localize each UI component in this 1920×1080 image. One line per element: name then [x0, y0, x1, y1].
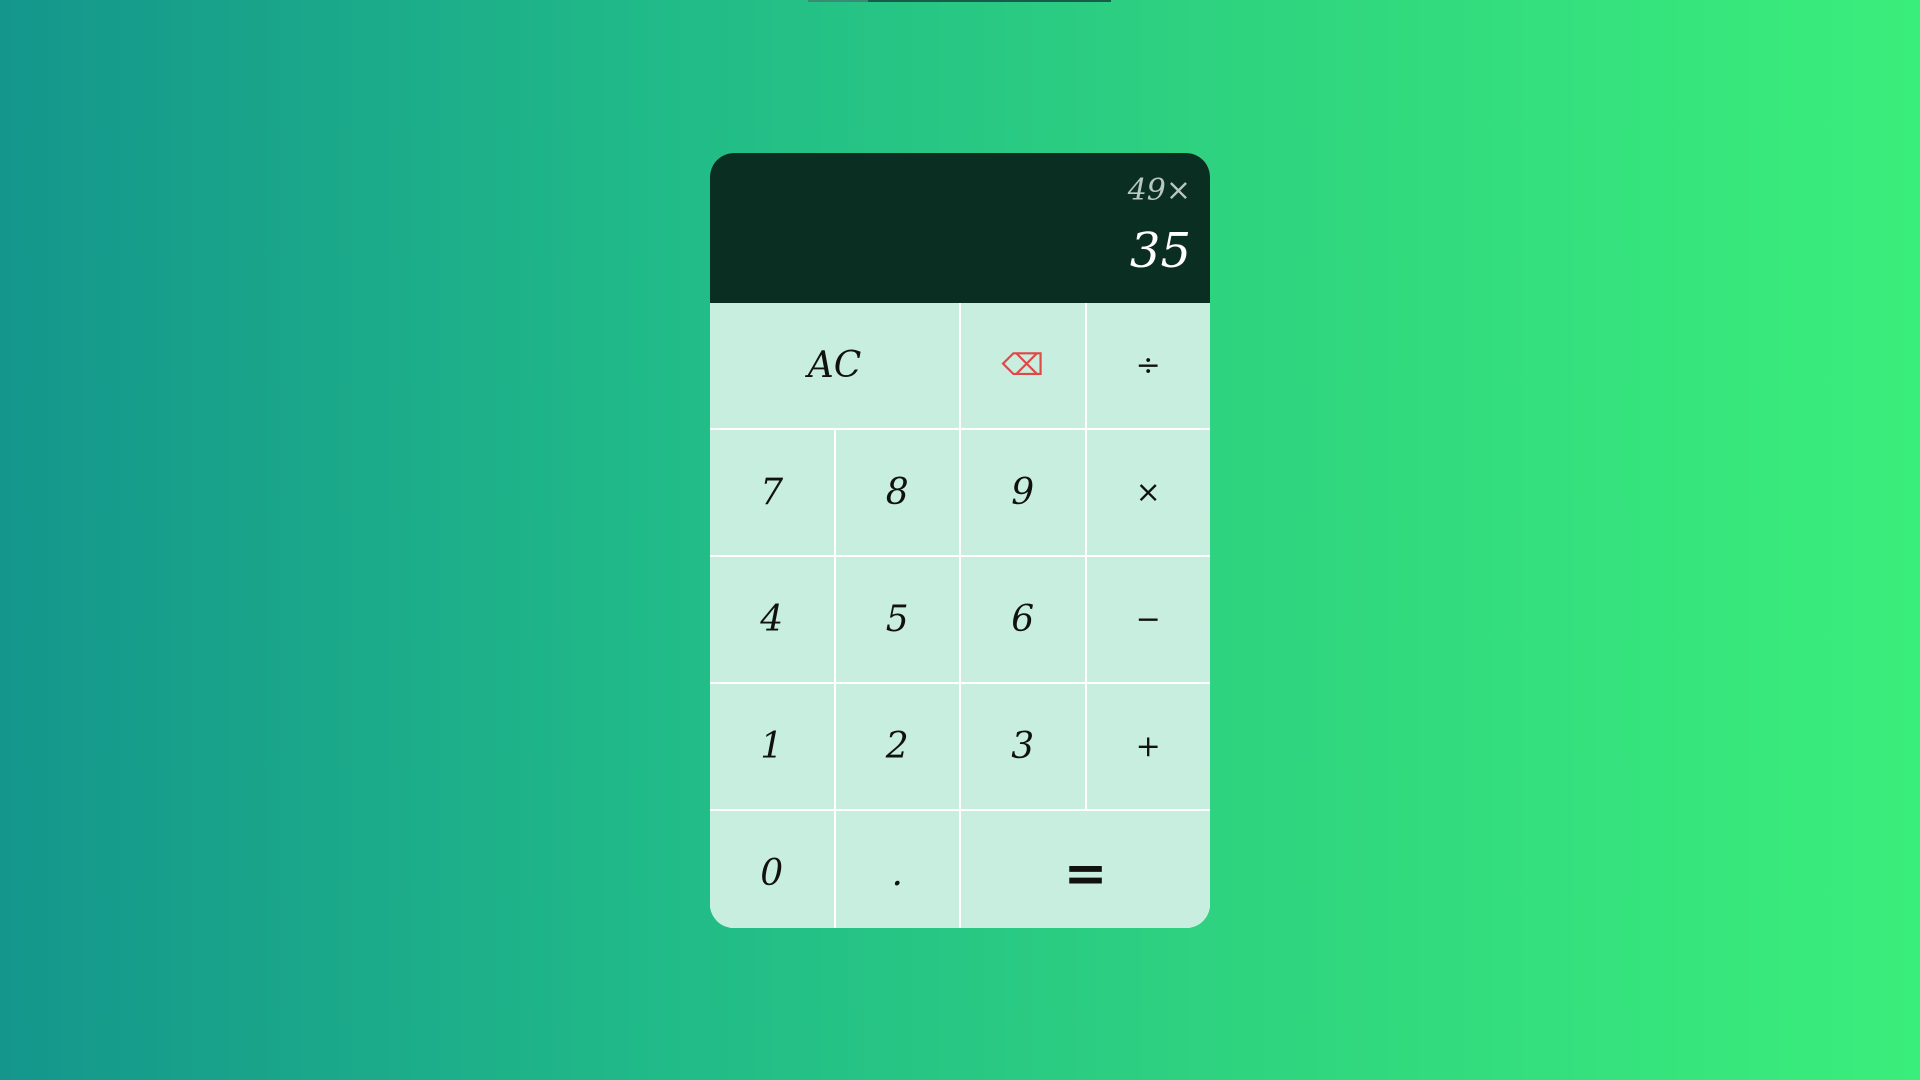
calculator: 49× 35 AC ⌫ ÷ 7 8 9 × 4 5 6 − 1 2 3 + 0 … [710, 153, 1210, 928]
digit-5-button[interactable]: 5 [835, 557, 959, 682]
digit-9-button[interactable]: 9 [961, 430, 1085, 555]
digit-6-button[interactable]: 6 [961, 557, 1085, 682]
multiply-button[interactable]: × [1086, 430, 1210, 555]
top-strip [808, 0, 1111, 2]
digit-4-button[interactable]: 4 [710, 557, 834, 682]
digit-3-button[interactable]: 3 [961, 684, 1085, 809]
digit-2-button[interactable]: 2 [835, 684, 959, 809]
digit-8-button[interactable]: 8 [835, 430, 959, 555]
digit-0-button[interactable]: 0 [710, 811, 834, 928]
calculator-display: 49× 35 [710, 153, 1210, 303]
subtract-button[interactable]: − [1086, 557, 1210, 682]
keypad: AC ⌫ ÷ 7 8 9 × 4 5 6 − 1 2 3 + 0 . = [710, 303, 1210, 928]
divide-button[interactable]: ÷ [1086, 303, 1210, 428]
backspace-icon[interactable]: ⌫ [961, 303, 1085, 428]
add-button[interactable]: + [1086, 684, 1210, 809]
digit-1-button[interactable]: 1 [710, 684, 834, 809]
current-operand: 35 [1129, 223, 1191, 279]
digit-7-button[interactable]: 7 [710, 430, 834, 555]
all-clear-button[interactable]: AC [710, 303, 959, 428]
equals-button[interactable]: = [961, 811, 1210, 928]
previous-operand: 49× [1127, 173, 1191, 208]
decimal-button[interactable]: . [835, 811, 959, 928]
